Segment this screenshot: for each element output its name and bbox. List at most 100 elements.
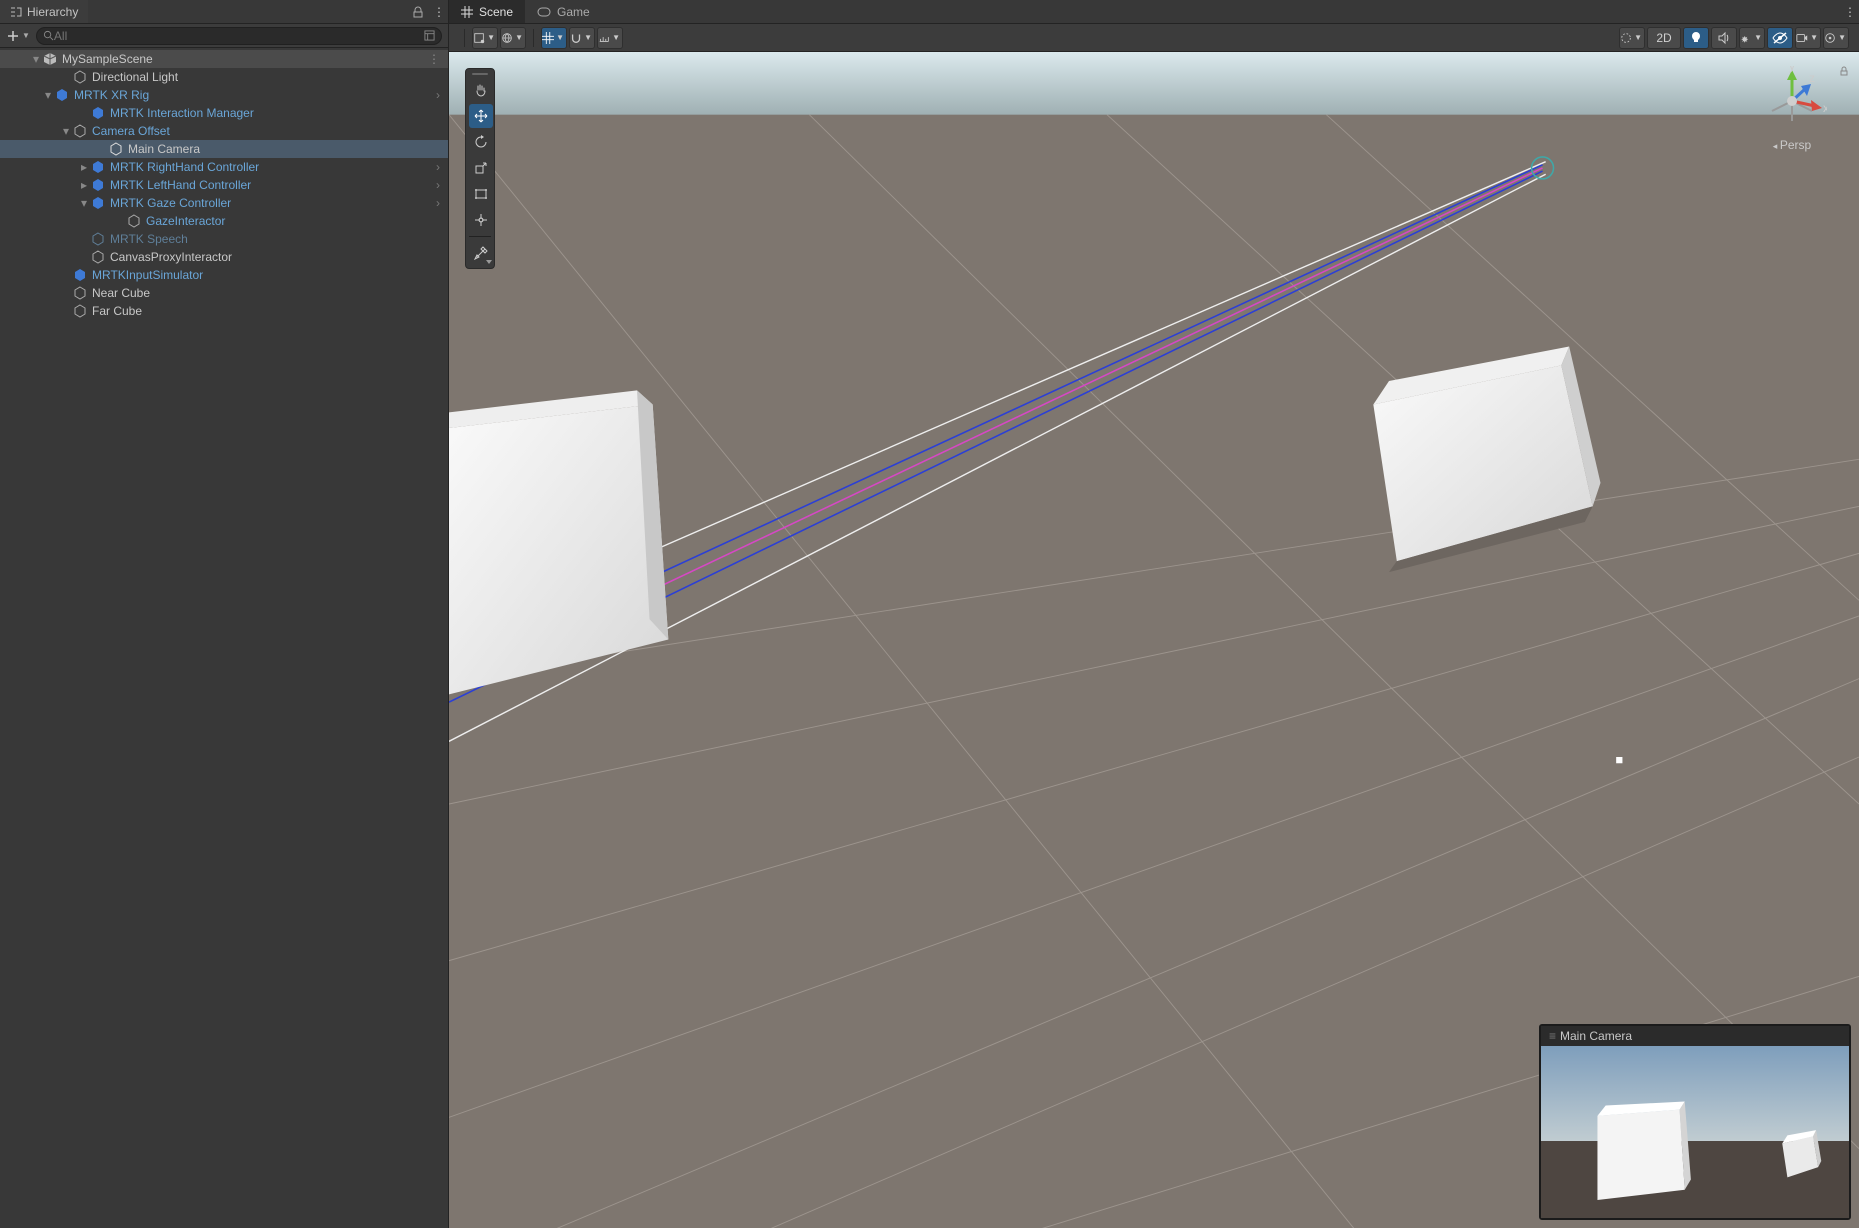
search-icon [43,30,54,41]
debug-draw-button[interactable]: ▼ [1619,27,1645,49]
draw-mode-button[interactable]: ▼ [472,27,498,49]
prefab-icon [90,195,106,211]
tree-item-label: MRTK RightHand Controller [110,160,259,174]
prefab-icon [54,87,70,103]
gizmo-lock-icon[interactable] [1839,66,1849,76]
tree-item-gaze-controller[interactable]: ▾ MRTK Gaze Controller › [0,194,448,212]
increment-snap-button[interactable]: ▼ [597,27,623,49]
near-cube-mesh [449,390,668,694]
camera-settings-button[interactable]: ▼ [1795,27,1821,49]
tree-item-directional-light[interactable]: Directional Light [0,68,448,86]
foldout-icon[interactable]: ▾ [42,88,54,102]
tree-item-speech[interactable]: MRTK Speech [0,230,448,248]
move-tool-button[interactable] [469,104,493,128]
camera-preview-render [1541,1046,1849,1218]
search-input[interactable] [54,29,424,43]
scene-tools-overlay[interactable] [465,68,495,269]
scene-row[interactable]: ▾ MySampleScene ⋮ [0,50,448,68]
panel-menu-icon[interactable]: ⋮ [1841,5,1859,19]
transform-tool-button[interactable] [469,208,493,232]
tree-item-right-hand[interactable]: ▸ MRTK RightHand Controller › [0,158,448,176]
scene-grid-icon [461,6,473,18]
scene-toolbar: ▼ ▼ ▼ ▼ ▼ ▼ 2D [449,24,1859,52]
tree-item-camera-offset[interactable]: ▾ Camera Offset [0,122,448,140]
tree-item-label: MRTK Interaction Manager [110,106,254,120]
tree-item-label: MRTK XR Rig [74,88,149,102]
panel-menu-icon[interactable]: ⋮ [430,5,448,19]
tree-item-xr-rig[interactable]: ▾ MRTK XR Rig › [0,86,448,104]
open-prefab-icon[interactable]: › [436,178,448,192]
search-type-icon[interactable] [424,30,435,41]
perspective-label[interactable]: ◂ Persp [1749,138,1835,152]
tree-item-label: Near Cube [92,286,150,300]
foldout-icon[interactable]: ▸ [78,160,90,174]
scale-tool-button[interactable] [469,156,493,180]
scene-viewport[interactable]: y x z ◂ Persp ≡ Main Camera [449,52,1859,1228]
gizmos-toggle-button[interactable]: ▼ [1823,27,1849,49]
custom-tools-button[interactable] [469,241,493,265]
gameobject-icon [72,123,88,139]
foldout-icon[interactable]: ▸ [78,178,90,192]
overlay-drag-handle[interactable] [469,72,491,76]
gameobject-icon [126,213,142,229]
camera-preview-title: Main Camera [1560,1029,1632,1043]
open-prefab-icon[interactable]: › [436,88,448,102]
tree-item-main-camera[interactable]: Main Camera [0,140,448,158]
tree-item-canvas-proxy[interactable]: CanvasProxyInteractor [0,248,448,266]
open-prefab-icon[interactable]: › [436,196,448,210]
tree-item-label: Far Cube [92,304,142,318]
drag-handle-icon[interactable]: ≡ [1549,1029,1554,1043]
tab-game[interactable]: Game [525,0,602,23]
tree-item-input-simulator[interactable]: MRTKInputSimulator [0,266,448,284]
hand-tool-button[interactable] [469,78,493,102]
camera-preview-header[interactable]: ≡ Main Camera [1541,1026,1849,1046]
rect-tool-button[interactable] [469,182,493,206]
gamepad-icon [537,7,551,17]
prefab-icon [90,177,106,193]
open-prefab-icon[interactable]: › [436,160,448,174]
hierarchy-tree: ▾ MySampleScene ⋮ Directional Light ▾ MR… [0,48,448,1228]
tree-item-label: MRTKInputSimulator [92,268,203,282]
foldout-icon[interactable]: ▾ [78,196,90,210]
hierarchy-search[interactable] [36,27,442,45]
lighting-toggle-button[interactable] [1683,27,1709,49]
visibility-toggle-button[interactable] [1767,27,1793,49]
tree-item-near-cube[interactable]: Near Cube [0,284,448,302]
tab-scene-label: Scene [479,5,513,19]
fx-toggle-button[interactable]: ▼ [1739,27,1765,49]
tree-item-label: CanvasProxyInteractor [110,250,232,264]
tree-item-interaction-manager[interactable]: MRTK Interaction Manager [0,104,448,122]
axis-x-label: x [1823,101,1827,115]
orientation-gizmo[interactable]: y x z ◂ Persp [1749,66,1835,152]
foldout-icon[interactable]: ▾ [60,124,72,138]
tab-scene[interactable]: Scene [449,0,525,23]
camera-preview[interactable]: ≡ Main Camera [1539,1024,1851,1220]
tree-item-label: Directional Light [92,70,178,84]
scene-menu-icon[interactable]: ⋮ [428,52,448,66]
hierarchy-icon [10,6,22,18]
hierarchy-tab[interactable]: Hierarchy [0,0,88,23]
tree-item-gaze-interactor[interactable]: GazeInteractor [0,212,448,230]
axis-z-label: z [1809,71,1815,85]
gameobject-icon [72,303,88,319]
tree-item-far-cube[interactable]: Far Cube [0,302,448,320]
lock-icon[interactable] [412,6,430,18]
create-button[interactable]: ▼ [6,29,30,43]
2d-toggle-button[interactable]: 2D [1647,27,1681,49]
audio-toggle-button[interactable] [1711,27,1737,49]
foldout-icon[interactable]: ▾ [30,52,42,66]
gameobject-icon [72,69,88,85]
gameobject-icon [90,231,106,247]
chevron-down-icon: ▼ [22,31,30,40]
tab-game-label: Game [557,5,590,19]
tree-item-label: GazeInteractor [146,214,225,228]
prefab-icon [72,267,88,283]
skybox-toggle-button[interactable]: ▼ [500,27,526,49]
rotate-tool-button[interactable] [469,130,493,154]
gameobject-icon [72,285,88,301]
grid-toggle-button[interactable]: ▼ [541,27,567,49]
tree-item-label: Camera Offset [92,124,170,138]
tree-item-left-hand[interactable]: ▸ MRTK LeftHand Controller › [0,176,448,194]
snap-button[interactable]: ▼ [569,27,595,49]
gameobject-icon [108,141,124,157]
